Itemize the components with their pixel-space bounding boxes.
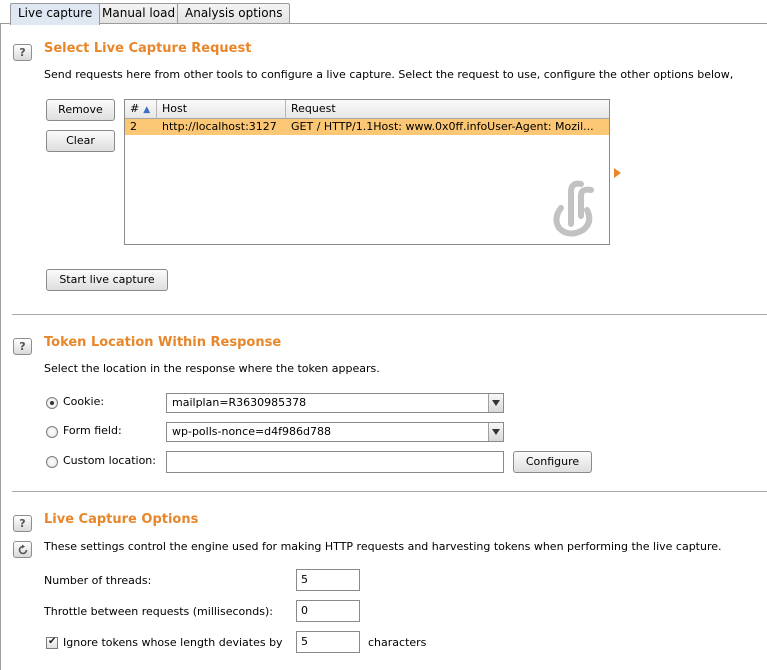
form-field-label: Form field:: [63, 424, 122, 437]
tab-analysis-options[interactable]: Analysis options: [177, 3, 291, 24]
cookie-select-value: mailplan=R3630985378: [172, 396, 307, 409]
tab-baseline: [0, 23, 767, 24]
column-header-request[interactable]: Request: [286, 100, 609, 119]
row-request: GET / HTTP/1.1Host: www.0x0ff.infoUser-A…: [291, 120, 594, 133]
section-divider: [12, 491, 767, 492]
chevron-down-icon: [488, 394, 503, 412]
custom-location-radio[interactable]: [46, 456, 58, 468]
column-header-num-label: #: [130, 102, 140, 115]
row-host: http://localhost:3127: [162, 120, 277, 133]
threads-input[interactable]: 5: [296, 569, 360, 591]
tab-live-capture[interactable]: Live capture: [10, 3, 101, 25]
tab-bar: Live capture Manual load Analysis option…: [0, 0, 767, 25]
panel-border: [0, 24, 1, 670]
ignore-tokens-checkbox[interactable]: [46, 636, 58, 649]
burp-logo-icon: [553, 180, 594, 237]
live-capture-options-description: These settings control the engine used f…: [44, 540, 722, 553]
section-divider: [12, 314, 767, 315]
deviation-input[interactable]: 5: [296, 631, 360, 653]
form-field-radio[interactable]: [46, 426, 58, 438]
start-live-capture-button[interactable]: Start live capture: [46, 269, 168, 291]
help-icon[interactable]: ?: [13, 338, 32, 355]
token-location-description: Select the location in the response wher…: [44, 362, 380, 375]
throttle-input[interactable]: 0: [296, 600, 360, 622]
configure-button[interactable]: Configure: [513, 451, 592, 473]
custom-location-label: Custom location:: [63, 454, 156, 467]
column-header-num[interactable]: # ▲: [125, 100, 157, 119]
sort-ascending-icon: ▲: [143, 105, 151, 115]
custom-location-input[interactable]: [166, 451, 504, 473]
form-field-select-value: wp-polls-nonce=d4f986d788: [172, 425, 332, 438]
request-table: # ▲ Host Request 2 http://localhost:3127 …: [124, 99, 610, 245]
ignore-tokens-label: Ignore tokens whose length deviates by: [63, 636, 283, 649]
help-icon[interactable]: ?: [13, 44, 32, 61]
cookie-label: Cookie:: [63, 395, 105, 408]
token-location-title: Token Location Within Response: [44, 335, 282, 350]
live-capture-options-title: Live Capture Options: [44, 512, 199, 527]
tab-manual-load[interactable]: Manual load: [94, 3, 184, 24]
row-num: 2: [130, 120, 137, 133]
select-request-title: Select Live Capture Request: [44, 41, 252, 56]
expand-arrow-icon[interactable]: [614, 168, 621, 178]
clear-button[interactable]: Clear: [46, 130, 115, 152]
select-request-description: Send requests here from other tools to c…: [44, 68, 734, 81]
remove-button[interactable]: Remove: [46, 99, 115, 121]
throttle-label: Throttle between requests (milliseconds)…: [44, 605, 273, 618]
form-field-select[interactable]: wp-polls-nonce=d4f986d788: [166, 422, 504, 442]
threads-label: Number of threads:: [44, 574, 152, 587]
cookie-select[interactable]: mailplan=R3630985378: [166, 393, 504, 413]
table-header: # ▲ Host Request: [125, 100, 609, 119]
table-row[interactable]: 2 http://localhost:3127 GET / HTTP/1.1Ho…: [125, 119, 609, 135]
column-header-host[interactable]: Host: [157, 100, 286, 119]
chevron-down-icon: [488, 423, 503, 441]
restore-defaults-icon[interactable]: [13, 541, 32, 558]
help-icon[interactable]: ?: [13, 515, 32, 532]
characters-label: characters: [368, 636, 427, 649]
cookie-radio[interactable]: [46, 397, 58, 409]
